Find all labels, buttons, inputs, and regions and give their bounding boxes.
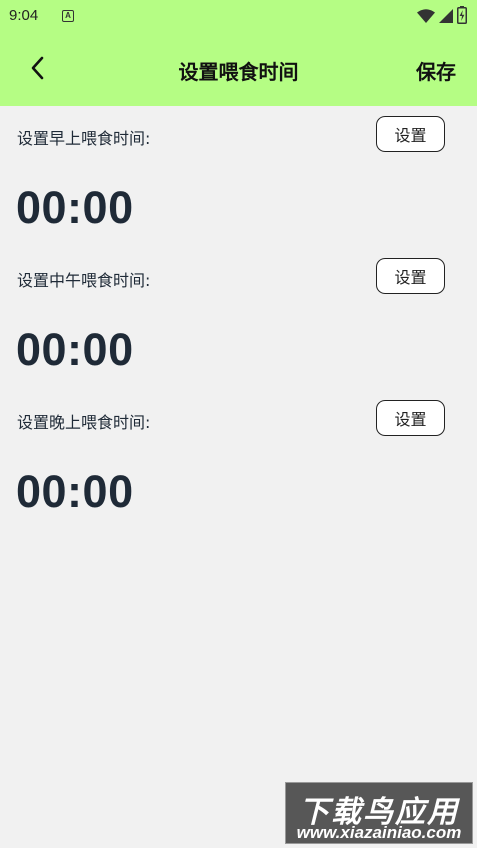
watermark-url: www.xiazainiao.com <box>296 823 462 842</box>
status-bar: 9:04 A <box>0 0 477 34</box>
morning-feeding-time: 00:00 <box>16 182 134 233</box>
morning-feeding-section: 设置早上喂食时间: 设置 00:00 <box>0 106 477 248</box>
wifi-icon <box>417 8 435 27</box>
save-button[interactable]: 保存 <box>416 56 456 85</box>
noon-feeding-time: 00:00 <box>16 324 134 375</box>
set-evening-time-button[interactable]: 设置 <box>376 400 445 436</box>
set-noon-time-button[interactable]: 设置 <box>376 258 445 294</box>
morning-feeding-label: 设置早上喂食时间: <box>17 129 151 148</box>
app-notification-icon: A <box>62 10 74 22</box>
evening-feeding-label: 设置晚上喂食时间: <box>17 413 151 432</box>
noon-feeding-section: 设置中午喂食时间: 设置 00:00 <box>0 248 477 390</box>
evening-feeding-section: 设置晚上喂食时间: 设置 00:00 <box>0 390 477 532</box>
page-title: 设置喂食时间 <box>178 60 299 84</box>
status-icons <box>417 6 467 28</box>
set-morning-time-button[interactable]: 设置 <box>376 116 445 152</box>
noon-feeding-label: 设置中午喂食时间: <box>17 271 151 290</box>
cellular-signal-icon <box>439 8 453 27</box>
watermark: 下载鸟应用 www.xiazainiao.com <box>285 782 473 844</box>
app-bar: 设置喂食时间 保存 <box>0 34 477 106</box>
evening-feeding-time: 00:00 <box>16 466 134 517</box>
battery-icon <box>457 6 467 28</box>
status-time: 9:04 <box>9 7 39 24</box>
